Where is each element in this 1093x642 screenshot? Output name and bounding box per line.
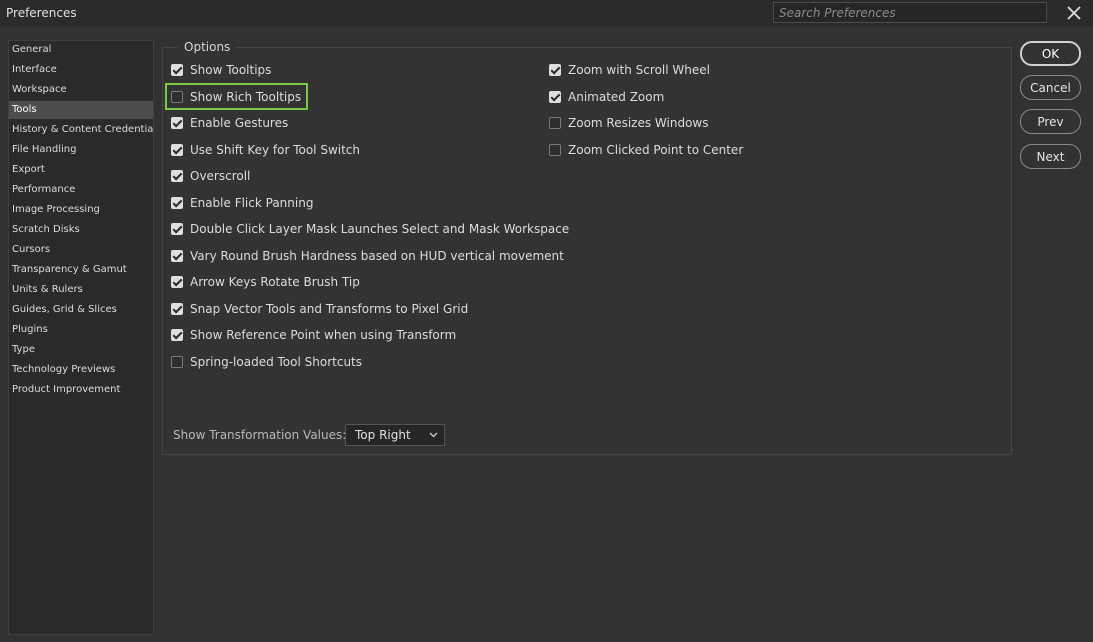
option-label: Zoom with Scroll Wheel: [568, 63, 710, 77]
sidebar-item-export[interactable]: Export: [9, 161, 153, 179]
transformation-values-selected: Top Right: [355, 428, 411, 442]
option-label: Zoom Resizes Windows: [568, 116, 709, 130]
option-label: Show Tooltips: [190, 63, 272, 77]
checkbox-use-shift-key-for-tool-switch[interactable]: [171, 143, 183, 156]
checkbox-double-click-layer-mask-launches-select-and-mask-workspace[interactable]: [171, 223, 183, 235]
option-show-reference-point-when-using-transform[interactable]: Show Reference Point when using Transfor…: [171, 325, 456, 345]
option-label: Zoom Clicked Point to Center: [568, 142, 744, 157]
chevron-down-icon: [429, 432, 438, 438]
checkbox-show-rich-tooltips[interactable]: [171, 90, 183, 103]
option-show-tooltips[interactable]: Show Tooltips: [171, 60, 271, 80]
sidebar-item-file-handling[interactable]: File Handling: [9, 141, 153, 159]
window-title: Preferences: [6, 6, 77, 20]
title-bar: Preferences: [0, 0, 1093, 26]
option-zoom-with-scroll-wheel[interactable]: Zoom with Scroll Wheel: [549, 60, 710, 80]
sidebar-item-workspace[interactable]: Workspace: [9, 81, 153, 99]
checkbox-arrow-keys-rotate-brush-tip[interactable]: [171, 276, 183, 288]
option-label: Double Click Layer Mask Launches Select …: [190, 222, 570, 236]
sidebar-item-tools[interactable]: Tools: [9, 101, 153, 119]
checkbox-vary-round-brush-hardness-based-on-hud-vertical-movement[interactable]: [171, 249, 183, 262]
sidebar-item-plugins[interactable]: Plugins: [9, 321, 153, 339]
option-label: Vary Round Brush Hardness based on HUD v…: [190, 248, 564, 263]
checkbox-zoom-clicked-point-to-center[interactable]: [549, 143, 561, 156]
checkbox-enable-flick-panning[interactable]: [171, 196, 183, 209]
transformation-values-label: Show Transformation Values:: [173, 428, 347, 442]
option-label: Use Shift Key for Tool Switch: [190, 142, 361, 157]
option-double-click-layer-mask-launches-select-and-mask-workspace[interactable]: Double Click Layer Mask Launches Select …: [171, 219, 569, 239]
checkbox-animated-zoom[interactable]: [549, 90, 561, 103]
option-label: Show Reference Point when using Transfor…: [190, 328, 457, 342]
option-enable-gestures[interactable]: Enable Gestures: [171, 113, 288, 133]
search-input[interactable]: [773, 2, 1047, 23]
option-label: Overscroll: [190, 169, 251, 183]
option-label: Show Rich Tooltips: [190, 89, 302, 104]
sidebar-item-image-processing[interactable]: Image Processing: [9, 201, 153, 219]
option-label: Spring-loaded Tool Shortcuts: [190, 354, 363, 369]
option-label: Animated Zoom: [568, 89, 665, 104]
ok-button[interactable]: OK: [1020, 41, 1081, 66]
options-legend: Options: [178, 40, 237, 54]
preferences-sidebar: General Interface Workspace Tools History & …: [8, 40, 154, 635]
checkbox-zoom-with-scroll-wheel[interactable]: [549, 64, 561, 76]
sidebar-item-history-content-credentials[interactable]: History & Content Credentials: [9, 121, 153, 139]
checkbox-snap-vector-tools-and-transforms-to-pixel-grid[interactable]: [171, 302, 183, 315]
option-animated-zoom[interactable]: Animated Zoom: [549, 87, 664, 107]
option-show-rich-tooltips[interactable]: Show Rich Tooltips: [171, 87, 301, 107]
option-arrow-keys-rotate-brush-tip[interactable]: Arrow Keys Rotate Brush Tip: [171, 272, 360, 292]
close-icon: [1067, 6, 1081, 20]
option-label: Enable Gestures: [190, 116, 289, 130]
option-spring-loaded-tool-shortcuts[interactable]: Spring-loaded Tool Shortcuts: [171, 352, 362, 372]
checkbox-zoom-resizes-windows[interactable]: [549, 117, 561, 129]
checkbox-show-reference-point-when-using-transform[interactable]: [171, 329, 183, 341]
option-use-shift-key-for-tool-switch[interactable]: Use Shift Key for Tool Switch: [171, 140, 360, 160]
sidebar-item-type[interactable]: Type: [9, 341, 153, 359]
option-overscroll[interactable]: Overscroll: [171, 166, 250, 186]
sidebar-item-interface[interactable]: Interface: [9, 61, 153, 79]
option-label: Arrow Keys Rotate Brush Tip: [190, 275, 360, 289]
prev-button[interactable]: Prev: [1020, 109, 1081, 134]
sidebar-item-units-rulers[interactable]: Units & Rulers: [9, 281, 153, 299]
sidebar-item-transparency-gamut[interactable]: Transparency & Gamut: [9, 261, 153, 279]
checkbox-enable-gestures[interactable]: [171, 117, 183, 129]
checkbox-show-tooltips[interactable]: [171, 64, 183, 76]
close-button[interactable]: [1064, 3, 1084, 23]
sidebar-item-guides-grid-slices[interactable]: Guides, Grid & Slices: [9, 301, 153, 319]
option-label: Enable Flick Panning: [190, 195, 314, 210]
sidebar-item-scratch-disks[interactable]: Scratch Disks: [9, 221, 153, 239]
option-zoom-resizes-windows[interactable]: Zoom Resizes Windows: [549, 113, 709, 133]
sidebar-item-cursors[interactable]: Cursors: [9, 241, 153, 259]
cancel-button[interactable]: Cancel: [1020, 75, 1081, 100]
option-label: Snap Vector Tools and Transforms to Pixe…: [190, 301, 469, 316]
checkbox-spring-loaded-tool-shortcuts[interactable]: [171, 355, 183, 368]
next-button[interactable]: Next: [1020, 144, 1081, 169]
option-snap-vector-tools-and-transforms-to-pixel-grid[interactable]: Snap Vector Tools and Transforms to Pixe…: [171, 299, 468, 319]
transformation-values-select[interactable]: Top Right: [345, 424, 445, 446]
sidebar-item-technology-previews[interactable]: Technology Previews: [9, 361, 153, 379]
sidebar-item-performance[interactable]: Performance: [9, 181, 153, 199]
option-vary-round-brush-hardness-based-on-hud-vertical-movement[interactable]: Vary Round Brush Hardness based on HUD v…: [171, 246, 564, 266]
option-zoom-clicked-point-to-center[interactable]: Zoom Clicked Point to Center: [549, 140, 743, 160]
option-enable-flick-panning[interactable]: Enable Flick Panning: [171, 193, 313, 213]
checkbox-overscroll[interactable]: [171, 170, 183, 182]
sidebar-item-general[interactable]: General: [9, 41, 153, 59]
sidebar-item-product-improvement[interactable]: Product Improvement: [9, 381, 153, 399]
